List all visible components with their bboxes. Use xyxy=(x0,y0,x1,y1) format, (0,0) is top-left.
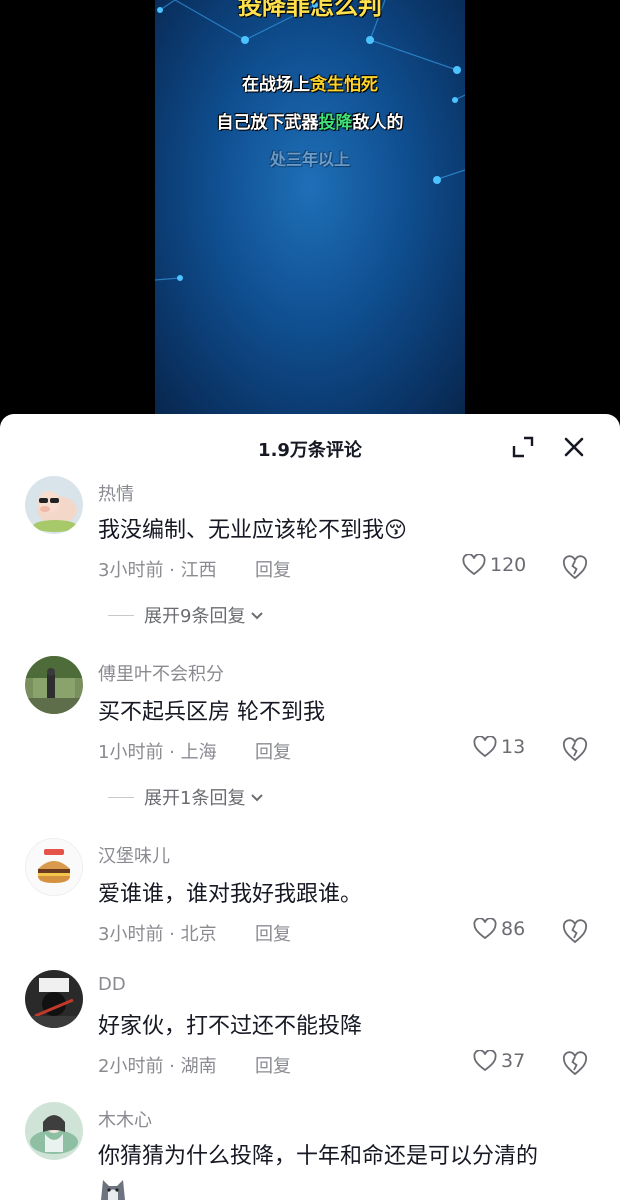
avatar[interactable] xyxy=(25,656,83,714)
broken-heart-icon[interactable] xyxy=(562,555,588,581)
heart-icon xyxy=(462,554,486,576)
like-button[interactable]: 120 xyxy=(462,554,526,576)
kiss-emoji: 😚 xyxy=(384,518,407,543)
comment-meta: 2小时前 · 湖南 xyxy=(98,1056,217,1077)
chevron-down-icon xyxy=(251,612,264,620)
reply-button[interactable]: 回复 xyxy=(255,920,291,946)
video-frame[interactable]: 投降罪怎么判 在战场上贪生怕死 自己放下武器投降敌人的 处三年以上 xyxy=(155,0,465,414)
video-caption-title: 投降罪怎么判 xyxy=(238,0,382,20)
video-player[interactable]: 投降罪怎么判 在战场上贪生怕死 自己放下武器投降敌人的 处三年以上 xyxy=(0,0,620,414)
video-caption-line2: 自己放下武器投降敌人的 xyxy=(216,113,404,133)
comment-text: 我没编制、无业应该轮不到我😚 xyxy=(98,518,407,543)
avatar[interactable] xyxy=(25,476,83,534)
reply-button[interactable]: 回复 xyxy=(255,556,291,582)
broken-heart-icon[interactable] xyxy=(562,1051,588,1077)
chevron-down-icon xyxy=(251,794,264,802)
comment-panel: 1.9万条评论 热情 我没编制、无业应该轮不到我😚 3小时前 · 江西 回复 1… xyxy=(0,414,620,1200)
comment-author[interactable]: 木木心 xyxy=(98,1106,152,1132)
comment-text: 买不起兵区房 轮不到我 xyxy=(98,700,325,725)
close-icon[interactable] xyxy=(561,434,587,460)
heart-icon xyxy=(473,918,497,940)
expand-replies-label: 展开9条回复 xyxy=(144,606,246,627)
like-button[interactable]: 86 xyxy=(473,918,525,940)
comment-text: 好家伙，打不过还不能投降 xyxy=(98,1014,363,1039)
video-caption-line3: 处三年以上 xyxy=(269,150,350,169)
network-background xyxy=(155,0,465,281)
like-button[interactable]: 37 xyxy=(473,1050,525,1072)
comment-author[interactable]: 傅里叶不会积分 xyxy=(98,660,224,686)
like-count: 13 xyxy=(501,736,526,758)
heart-icon xyxy=(473,1050,497,1072)
comment-meta: 1小时前 · 上海 xyxy=(98,742,217,763)
husky-emoji-icon xyxy=(101,1180,125,1200)
reply-button[interactable]: 回复 xyxy=(255,1052,291,1078)
broken-heart-icon[interactable] xyxy=(562,919,588,945)
comment-author[interactable]: DD xyxy=(98,974,126,995)
broken-heart-icon[interactable] xyxy=(562,737,588,763)
expand-replies-button[interactable]: 展开9条回复 xyxy=(108,602,265,628)
like-button[interactable]: 13 xyxy=(473,736,525,758)
heart-icon xyxy=(473,736,497,758)
comment-text: 你猜猜为什么投降，十年和命还是可以分清的 xyxy=(98,1144,539,1169)
comment-meta: 3小时前 · 江西 xyxy=(98,560,217,581)
comment-item: 汉堡味儿 爱谁谁，谁对我好我跟谁。 3小时前 · 北京 回复 86 xyxy=(0,836,620,956)
reply-button[interactable]: 回复 xyxy=(255,738,291,764)
avatar[interactable] xyxy=(25,1102,83,1160)
avatar[interactable] xyxy=(25,838,83,896)
comment-author[interactable]: 汉堡味儿 xyxy=(98,842,170,868)
comment-item: DD 好家伙，打不过还不能投降 2小时前 · 湖南 回复 37 xyxy=(0,968,620,1088)
avatar[interactable] xyxy=(25,970,83,1028)
comment-author[interactable]: 热情 xyxy=(98,480,134,506)
like-count: 120 xyxy=(490,554,527,576)
expand-icon[interactable] xyxy=(510,434,536,460)
comment-text: 爱谁谁，谁对我好我跟谁。 xyxy=(98,882,363,907)
expand-replies-button[interactable]: 展开1条回复 xyxy=(108,784,265,810)
like-count: 86 xyxy=(501,918,526,940)
video-caption-line1: 在战场上贪生怕死 xyxy=(242,75,378,95)
comment-item: 热情 我没编制、无业应该轮不到我😚 3小时前 · 江西 回复 120 展开9条回… xyxy=(0,472,620,638)
comment-panel-header: 1.9万条评论 xyxy=(0,414,620,480)
like-count: 37 xyxy=(501,1050,526,1072)
expand-replies-label: 展开1条回复 xyxy=(144,788,246,809)
comment-item: 木木心 你猜猜为什么投降，十年和命还是可以分清的 xyxy=(0,1100,620,1200)
comment-item: 傅里叶不会积分 买不起兵区房 轮不到我 1小时前 · 上海 回复 13 展开1条… xyxy=(0,654,620,820)
comment-meta: 3小时前 · 北京 xyxy=(98,924,217,945)
